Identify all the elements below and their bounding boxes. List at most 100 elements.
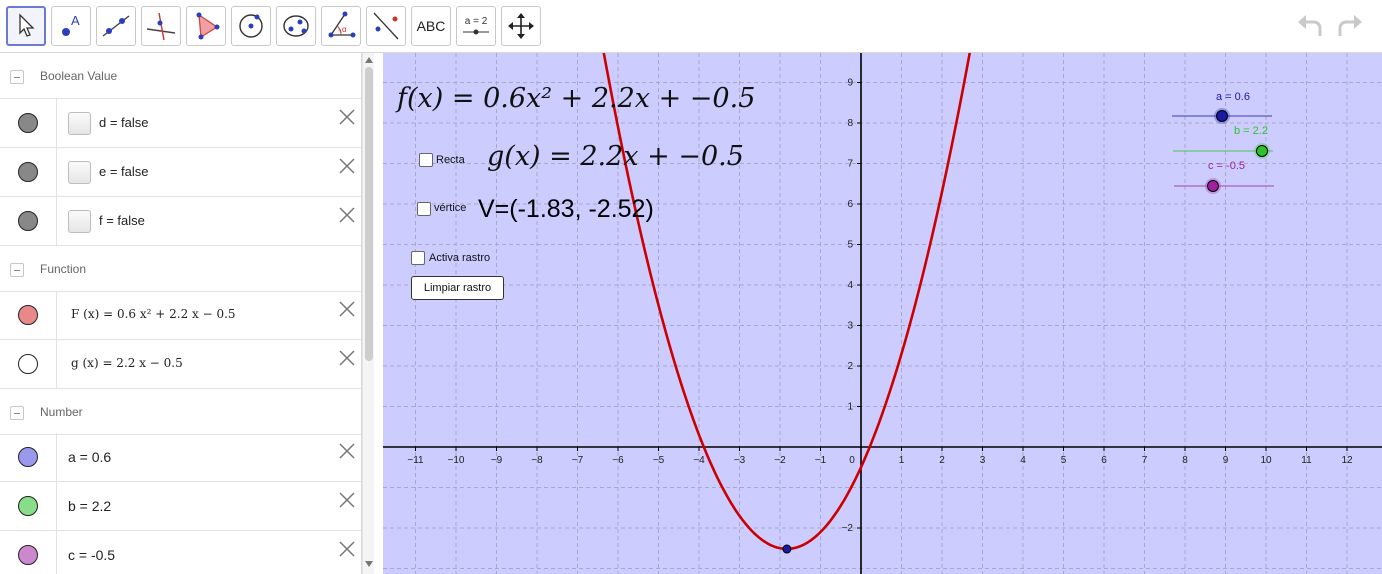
- delete-icon[interactable]: [338, 442, 356, 460]
- graphics-view[interactable]: −11 −10 −9 −8 −7 −6 −5 −4 −3 −2 −1 0 1 2 3 4 5 6 7 8 9 10 11 12…: [383, 53, 1382, 574]
- x-tick-label: 3: [980, 455, 986, 466]
- scrollbar-thumb[interactable]: [365, 67, 373, 361]
- algebra-row-b[interactable]: b = 2.2: [0, 482, 361, 531]
- perpendicular-tool-button[interactable]: [141, 6, 181, 46]
- algebra-row-c[interactable]: c = -0.5: [0, 531, 361, 574]
- collapse-toggle-icon[interactable]: [10, 406, 24, 420]
- visibility-toggle-icon[interactable]: [18, 447, 38, 467]
- group-label: Boolean Value: [40, 69, 118, 83]
- limpiar-rastro-button[interactable]: Limpiar rastro: [411, 276, 504, 300]
- boolean-checkbox-f[interactable]: [68, 210, 91, 233]
- x-tick-label: 10: [1260, 455, 1272, 466]
- algebra-item-label: d = false: [99, 115, 149, 130]
- visibility-toggle-icon[interactable]: [18, 162, 38, 182]
- move-view-tool-button[interactable]: [501, 6, 541, 46]
- algebra-item-label: b = 2.2: [68, 498, 112, 514]
- text-tool-button[interactable]: ABC: [411, 6, 451, 46]
- slider-c-label: c = -0.5: [1208, 160, 1245, 172]
- move-arrows-icon: [508, 13, 534, 39]
- delete-icon[interactable]: [338, 157, 356, 175]
- point-tool-button[interactable]: A: [51, 6, 91, 46]
- slider-tool-label: a = 2: [464, 15, 488, 27]
- grid: [383, 53, 1382, 574]
- coordinate-plane[interactable]: −11 −10 −9 −8 −7 −6 −5 −4 −3 −2 −1 0 1 2 3 4 5 6 7 8 9 10 11 12…: [383, 53, 1382, 574]
- delete-icon[interactable]: [338, 349, 356, 367]
- y-tick-label: 4: [847, 280, 853, 291]
- y-tick-label: −2: [842, 523, 854, 534]
- sliders[interactable]: [1172, 108, 1274, 194]
- scroll-down-icon[interactable]: [364, 560, 374, 568]
- visibility-toggle-icon[interactable]: [18, 113, 38, 133]
- algebra-row-a[interactable]: a = 0.6: [0, 433, 361, 482]
- group-label: Function: [40, 262, 87, 276]
- algebra-row-f[interactable]: f = false: [0, 197, 361, 246]
- undo-icon[interactable]: [1296, 12, 1326, 42]
- delete-icon[interactable]: [338, 206, 356, 224]
- x-tick-label: 7: [1142, 455, 1148, 466]
- algebra-item-label: e = false: [99, 164, 149, 179]
- line-tool-button[interactable]: [96, 6, 136, 46]
- y-tick-label: 3: [847, 321, 853, 332]
- formula-g: g(x) = 2.2x + −0.5: [487, 141, 744, 172]
- collapse-toggle-icon[interactable]: [10, 70, 24, 84]
- group-header-function[interactable]: Function: [0, 246, 361, 292]
- x-tick-label: −4: [693, 455, 705, 466]
- delete-icon[interactable]: [338, 108, 356, 126]
- parabola-curve[interactable]: [571, 53, 1003, 551]
- visibility-toggle-icon[interactable]: [18, 545, 38, 565]
- delete-icon[interactable]: [338, 491, 356, 509]
- algebra-scrollbar[interactable]: [362, 53, 374, 574]
- checkbox-recta-label: Recta: [436, 154, 465, 166]
- checkbox-vertice[interactable]: [417, 202, 431, 216]
- visibility-toggle-icon[interactable]: [18, 305, 38, 325]
- reflect-line-icon: [373, 12, 399, 40]
- x-tick-label: 1: [899, 455, 905, 466]
- toolbar: A α ABC a = 2: [0, 0, 1382, 53]
- angle-tool-button[interactable]: α: [321, 6, 361, 46]
- vertex-point[interactable]: [782, 544, 792, 554]
- delete-icon[interactable]: [338, 540, 356, 558]
- checkbox-recta[interactable]: [419, 153, 433, 167]
- circle-tool-button[interactable]: [231, 6, 271, 46]
- algebra-row-F[interactable]: F (x) = 0.6 x² + 2.2 x − 0.5: [0, 291, 361, 340]
- move-tool-button[interactable]: [6, 6, 46, 46]
- scroll-up-icon[interactable]: [364, 56, 374, 64]
- x-tick-label: 8: [1182, 455, 1188, 466]
- perpendicular-line-icon: [146, 12, 176, 41]
- polygon-tool-button[interactable]: [186, 6, 226, 46]
- group-header-number[interactable]: Number: [0, 389, 361, 435]
- y-tick-label: 2: [847, 361, 853, 372]
- group-header-boolean[interactable]: Boolean Value: [0, 53, 361, 99]
- svg-text:A: A: [71, 13, 80, 28]
- collapse-toggle-icon[interactable]: [10, 263, 24, 277]
- reflect-tool-button[interactable]: [366, 6, 406, 46]
- algebra-row-e[interactable]: e = false: [0, 148, 361, 197]
- y-tick-label: 9: [847, 78, 853, 89]
- algebra-item-label: f = false: [99, 213, 145, 228]
- y-tick-label: 5: [847, 240, 853, 251]
- algebra-row-g[interactable]: g (x) = 2.2 x − 0.5: [0, 340, 361, 389]
- x-tick-label: 6: [1101, 455, 1107, 466]
- x-tick-label: 5: [1061, 455, 1067, 466]
- redo-icon[interactable]: [1334, 12, 1364, 42]
- delete-icon[interactable]: [338, 300, 356, 318]
- slider-knob[interactable]: [1207, 180, 1219, 192]
- algebra-row-d[interactable]: d = false: [0, 99, 361, 148]
- boolean-checkbox-d[interactable]: [68, 112, 91, 135]
- slider-b-label: b = 2.2: [1234, 125, 1268, 137]
- slider-knob[interactable]: [1256, 145, 1268, 157]
- visibility-toggle-icon[interactable]: [18, 496, 38, 516]
- checkbox-activa-rastro[interactable]: [411, 251, 425, 265]
- boolean-checkbox-e[interactable]: [68, 161, 91, 184]
- visibility-toggle-icon[interactable]: [18, 211, 38, 231]
- x-tick-label: −5: [653, 455, 665, 466]
- svg-text:α: α: [342, 25, 347, 34]
- formula-f: f(x) = 0.6x² + 2.2x + −0.5: [397, 83, 756, 114]
- ellipse-icon: [283, 15, 309, 37]
- geogebra-app: A α ABC a = 2 Boolean Value d = false e …: [0, 0, 1382, 574]
- slider-tool-button[interactable]: a = 2: [456, 6, 496, 46]
- visibility-toggle-icon[interactable]: [18, 354, 38, 374]
- conic-tool-button[interactable]: [276, 6, 316, 46]
- axes: [383, 53, 1382, 574]
- slider-knob[interactable]: [1216, 110, 1228, 122]
